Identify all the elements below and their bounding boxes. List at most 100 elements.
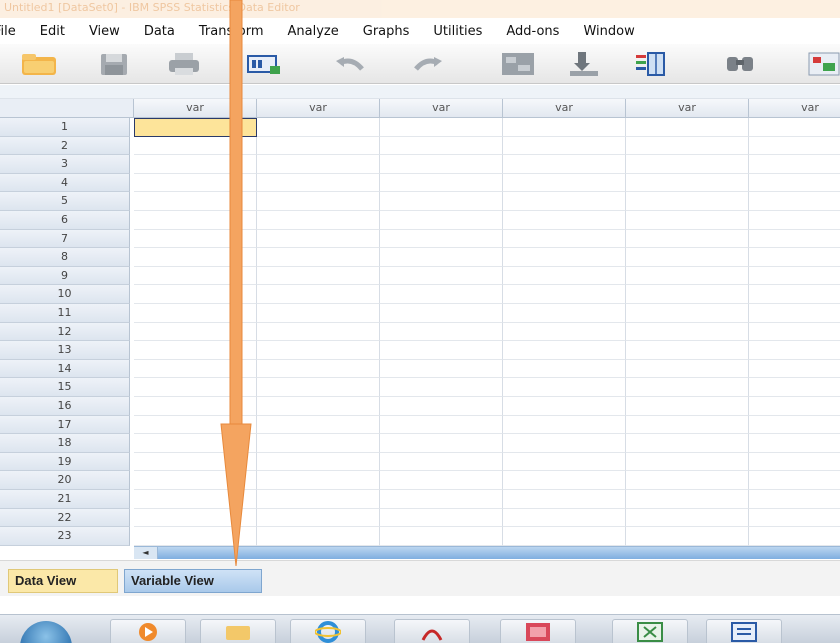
grid-cell[interactable] bbox=[749, 192, 840, 211]
grid-cell[interactable] bbox=[380, 118, 503, 137]
redo-icon[interactable] bbox=[410, 49, 446, 79]
grid-cell[interactable] bbox=[626, 397, 749, 416]
grid-cell[interactable] bbox=[749, 266, 840, 286]
grid-cell[interactable] bbox=[257, 397, 380, 416]
menu-utilities[interactable]: Utilities bbox=[421, 24, 494, 39]
row-header[interactable]: 21 bbox=[0, 490, 130, 509]
menu-data[interactable]: Data bbox=[132, 24, 187, 39]
grid-cell[interactable] bbox=[134, 173, 257, 193]
grid-cell[interactable] bbox=[503, 248, 626, 267]
grid-cell[interactable] bbox=[503, 341, 626, 360]
menu-transform[interactable]: Transform bbox=[187, 24, 276, 39]
grid-cell[interactable] bbox=[380, 471, 503, 490]
start-orb-icon[interactable] bbox=[20, 621, 72, 643]
grid-cell[interactable] bbox=[134, 434, 257, 453]
grid-cell[interactable] bbox=[503, 490, 626, 509]
grid-cell[interactable] bbox=[380, 452, 503, 472]
column-header[interactable]: var bbox=[134, 99, 257, 118]
horizontal-scrollbar[interactable]: ◄ bbox=[134, 546, 840, 559]
row-header[interactable]: 1 bbox=[0, 118, 130, 137]
acrobat-icon[interactable] bbox=[394, 619, 470, 643]
grid-cell[interactable] bbox=[380, 527, 503, 546]
grid-cell[interactable] bbox=[257, 192, 380, 211]
grid-cell[interactable] bbox=[257, 508, 380, 528]
grid-cell[interactable] bbox=[626, 136, 749, 156]
menu-view[interactable]: View bbox=[77, 24, 132, 39]
grid-cell[interactable] bbox=[503, 397, 626, 416]
grid-cell[interactable] bbox=[626, 192, 749, 211]
grid-corner[interactable] bbox=[0, 99, 134, 118]
row-header[interactable]: 22 bbox=[0, 508, 130, 528]
grid-cell[interactable] bbox=[380, 211, 503, 230]
grid-cell[interactable] bbox=[257, 136, 380, 156]
row-header[interactable]: 3 bbox=[0, 155, 130, 174]
grid-cell[interactable] bbox=[626, 285, 749, 304]
grid-cell[interactable] bbox=[134, 266, 257, 286]
row-header[interactable]: 11 bbox=[0, 304, 130, 323]
undo-icon[interactable] bbox=[332, 49, 368, 79]
grid-cell[interactable] bbox=[626, 211, 749, 230]
grid-cell[interactable] bbox=[626, 471, 749, 490]
row-header[interactable]: 14 bbox=[0, 359, 130, 379]
grid-cell[interactable] bbox=[380, 136, 503, 156]
grid-cell[interactable] bbox=[749, 248, 840, 267]
grid-cell[interactable] bbox=[626, 452, 749, 472]
grid-cell[interactable] bbox=[134, 527, 257, 546]
grid-cell[interactable] bbox=[257, 490, 380, 509]
grid-cell[interactable] bbox=[626, 266, 749, 286]
grid-cell[interactable] bbox=[503, 322, 626, 342]
row-header[interactable]: 6 bbox=[0, 211, 130, 230]
tab-data-view[interactable]: Data View bbox=[8, 569, 118, 593]
row-header[interactable]: 16 bbox=[0, 397, 130, 416]
row-header[interactable]: 12 bbox=[0, 322, 130, 342]
grid-cell[interactable] bbox=[503, 173, 626, 193]
grid-cell[interactable] bbox=[380, 304, 503, 323]
grid-cell[interactable] bbox=[134, 452, 257, 472]
explorer-icon[interactable] bbox=[200, 619, 276, 643]
grid-cell[interactable] bbox=[134, 211, 257, 230]
grid-cell[interactable] bbox=[134, 490, 257, 509]
grid-cell[interactable] bbox=[503, 527, 626, 546]
grid-cell[interactable] bbox=[626, 173, 749, 193]
grid-cell[interactable] bbox=[626, 415, 749, 435]
menu-addons[interactable]: Add-ons bbox=[494, 24, 571, 39]
grid-cell[interactable] bbox=[503, 229, 626, 249]
grid-cell[interactable] bbox=[749, 434, 840, 453]
row-header[interactable]: 10 bbox=[0, 285, 130, 304]
grid-cell[interactable] bbox=[380, 490, 503, 509]
grid-cell[interactable] bbox=[749, 471, 840, 490]
grid-cell[interactable] bbox=[134, 136, 257, 156]
variables-icon[interactable] bbox=[632, 49, 668, 79]
grid-cell[interactable] bbox=[134, 359, 257, 379]
grid-cell[interactable] bbox=[134, 304, 257, 323]
row-header[interactable]: 8 bbox=[0, 248, 130, 267]
goto-variable-icon[interactable] bbox=[566, 49, 602, 79]
row-header[interactable]: 18 bbox=[0, 434, 130, 453]
grid-cell[interactable] bbox=[257, 173, 380, 193]
grid-cell[interactable] bbox=[626, 322, 749, 342]
column-header[interactable]: var bbox=[626, 99, 749, 118]
grid-cell[interactable] bbox=[257, 229, 380, 249]
grid-cell[interactable] bbox=[503, 452, 626, 472]
grid-cell[interactable] bbox=[380, 341, 503, 360]
grid-cell[interactable] bbox=[380, 397, 503, 416]
print-icon[interactable] bbox=[166, 49, 202, 79]
row-header[interactable]: 9 bbox=[0, 266, 130, 286]
recall-dialog-icon[interactable] bbox=[246, 49, 282, 79]
grid-cell[interactable] bbox=[134, 415, 257, 435]
grid-cell[interactable] bbox=[503, 304, 626, 323]
grid-cell[interactable] bbox=[380, 266, 503, 286]
grid-cell[interactable] bbox=[749, 285, 840, 304]
grid-cell[interactable] bbox=[626, 248, 749, 267]
grid-cell[interactable] bbox=[749, 378, 840, 397]
grid-cell[interactable] bbox=[626, 304, 749, 323]
word-icon[interactable] bbox=[706, 619, 782, 643]
grid-cell[interactable] bbox=[380, 359, 503, 379]
grid-cell[interactable] bbox=[503, 136, 626, 156]
grid-cell[interactable] bbox=[134, 341, 257, 360]
menu-analyze[interactable]: Analyze bbox=[276, 24, 351, 39]
tab-variable-view[interactable]: Variable View bbox=[124, 569, 262, 593]
grid-cell[interactable] bbox=[257, 527, 380, 546]
row-header[interactable]: 2 bbox=[0, 136, 130, 156]
grid-cell[interactable] bbox=[257, 341, 380, 360]
